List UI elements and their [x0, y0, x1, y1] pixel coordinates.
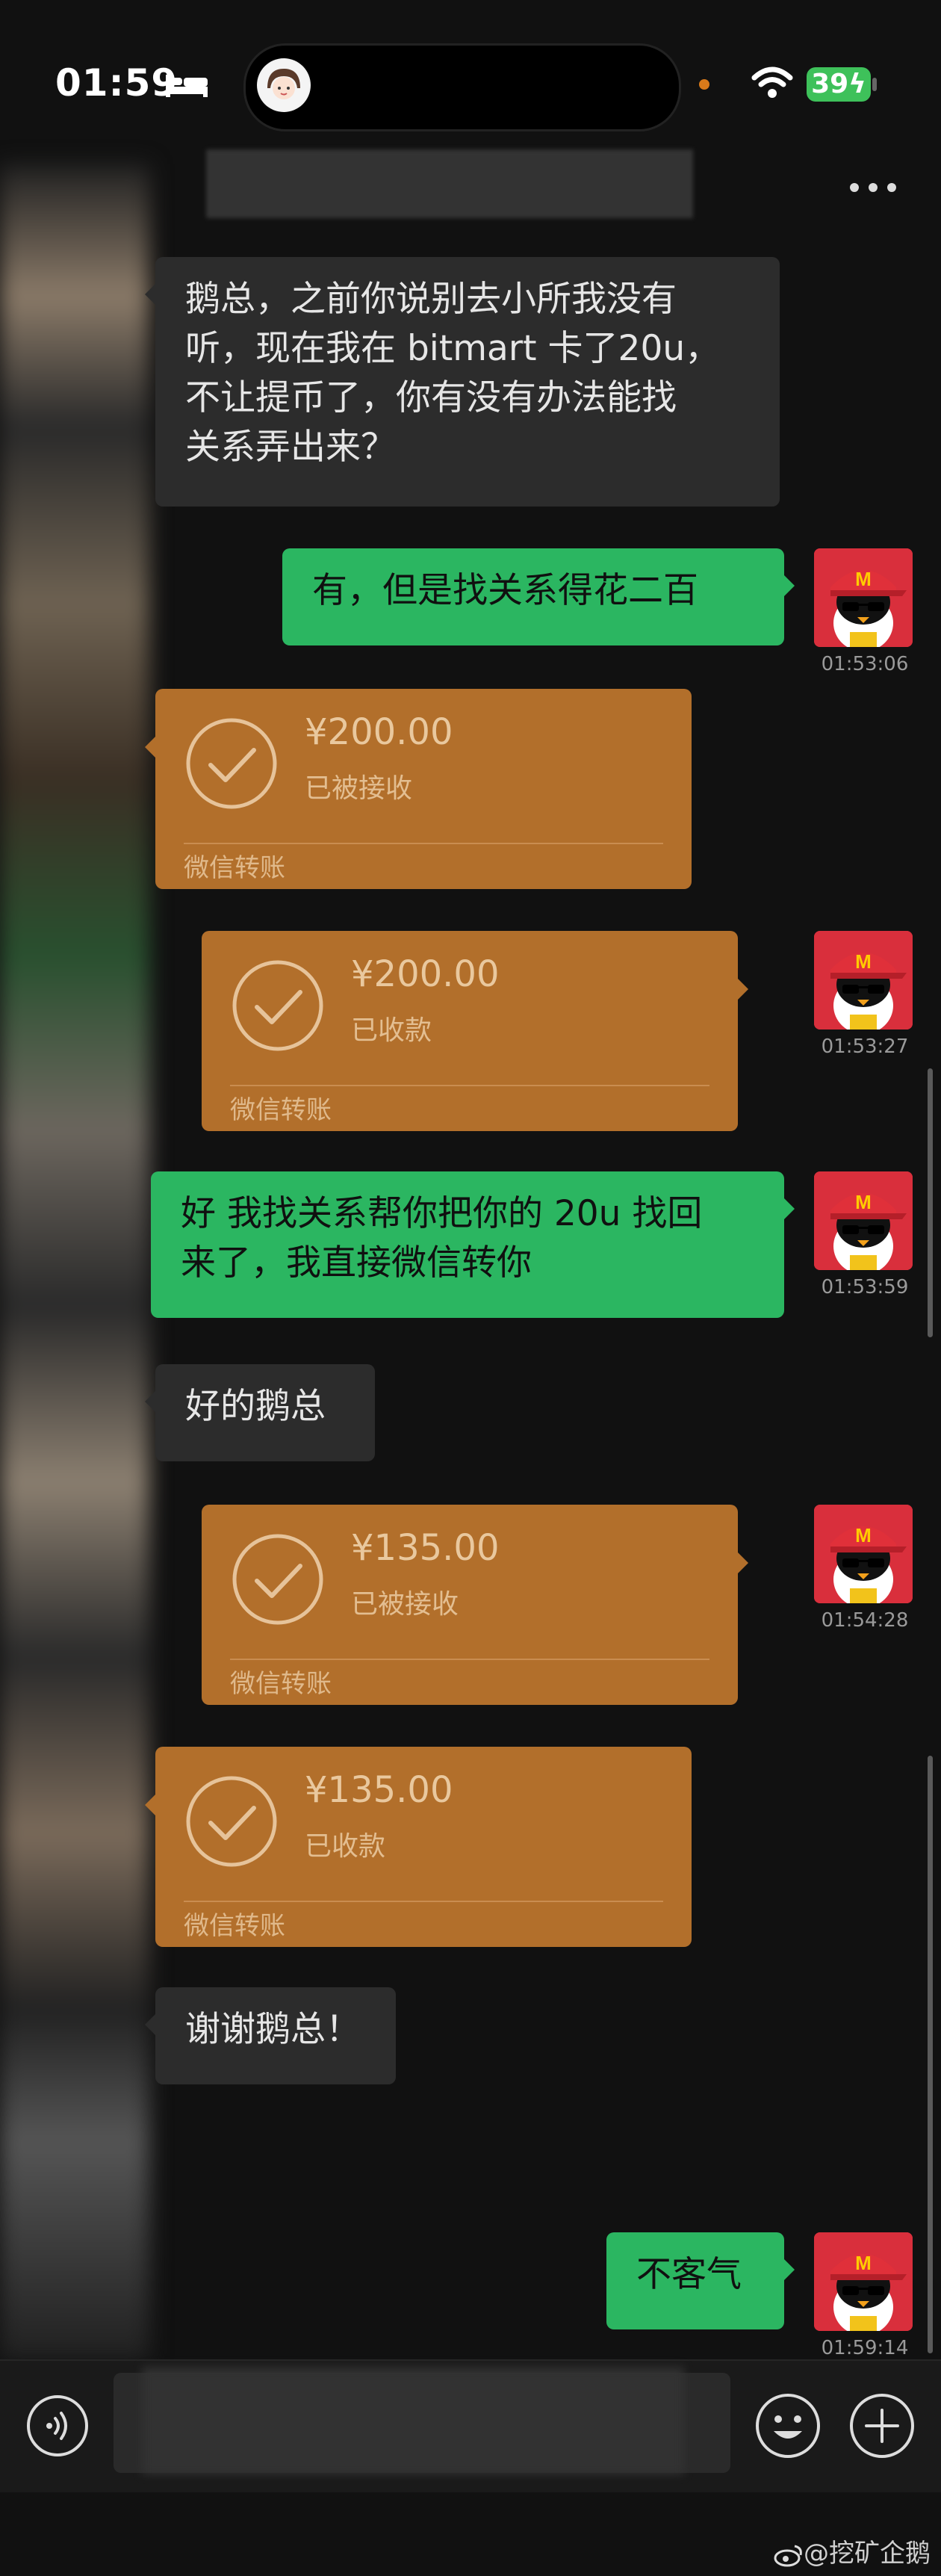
avatar[interactable]: M: [814, 2232, 913, 2331]
message-timestamp: 01:53:06: [821, 653, 909, 675]
svg-text:M: M: [855, 2252, 872, 2274]
message-outgoing[interactable]: 不客气: [606, 2232, 795, 2329]
svg-text:M: M: [855, 1191, 872, 1213]
transfer-card-outgoing[interactable]: ¥200.00 已收款 微信转账: [202, 931, 748, 1131]
message-outgoing[interactable]: 有，但是找关系得花二百: [282, 548, 795, 645]
transfer-amount: ¥135.00: [305, 1769, 453, 1811]
check-circle-icon: [232, 960, 323, 1051]
message-outgoing[interactable]: 好 我找关系帮你把你的 20u 找回 来了，我直接微信转你: [151, 1171, 795, 1318]
transfer-card-incoming[interactable]: ¥200.00 已被接收 微信转账: [145, 689, 692, 889]
divider: [230, 1659, 709, 1660]
status-time: 01:59: [55, 61, 178, 105]
transfer-card-outgoing[interactable]: ¥135.00 已被接收 微信转账: [202, 1505, 748, 1705]
avatar[interactable]: M: [814, 1171, 913, 1270]
message-input-redacted: [142, 2367, 684, 2474]
svg-text:M: M: [855, 1524, 872, 1546]
transfer-status: 已被接收: [305, 773, 413, 804]
battery-indicator: 39ϟ: [807, 67, 871, 102]
weibo-watermark: @挖矿企鹅: [774, 2533, 931, 2569]
check-circle-icon: [232, 1534, 323, 1625]
avatar[interactable]: M: [814, 548, 913, 647]
watermark-text: @挖矿企鹅: [804, 2539, 931, 2569]
chat-title-redacted: [206, 149, 693, 218]
message-timestamp: 01:53:27: [821, 1035, 909, 1058]
battery-nub: [872, 78, 877, 91]
divider: [184, 1901, 663, 1902]
plus-icon[interactable]: [848, 2392, 916, 2459]
voice-icon[interactable]: [25, 2394, 90, 2458]
redacted-contact-avatars: [0, 164, 149, 2361]
weibo-icon: [774, 2543, 804, 2567]
more-icon[interactable]: [847, 176, 899, 199]
transfer-label: 微信转账: [184, 853, 285, 883]
transfer-amount: ¥200.00: [305, 711, 453, 753]
bed-icon: [166, 75, 208, 97]
avatar[interactable]: M: [814, 1505, 913, 1603]
penguin-avatar-icon: M: [814, 548, 913, 647]
penguin-avatar-icon: M: [814, 1505, 913, 1603]
transfer-amount: ¥135.00: [351, 1527, 500, 1569]
transfer-label: 微信转账: [230, 1669, 332, 1699]
emoji-icon[interactable]: [754, 2392, 822, 2459]
check-circle-icon: [186, 1776, 277, 1867]
penguin-avatar-icon: M: [814, 2232, 913, 2331]
penguin-avatar-icon: M: [814, 1171, 913, 1270]
divider: [230, 1085, 709, 1086]
scrollbar-thumb[interactable]: [928, 1068, 933, 1337]
avatar[interactable]: M: [814, 931, 913, 1030]
wifi-icon: [751, 66, 793, 98]
scrollbar-thumb[interactable]: [928, 1756, 933, 2353]
camera-indicator: [699, 79, 709, 90]
transfer-label: 微信转账: [230, 1095, 332, 1125]
transfer-label: 微信转账: [184, 1911, 285, 1941]
message-timestamp: 01:59:14: [821, 2337, 909, 2359]
divider: [184, 843, 663, 844]
transfer-status: 已被接收: [351, 1589, 459, 1620]
message-timestamp: 01:54:28: [821, 1609, 909, 1632]
svg-text:M: M: [855, 568, 872, 590]
transfer-status: 已收款: [351, 1015, 432, 1046]
transfer-status: 已收款: [305, 1831, 386, 1862]
svg-text:M: M: [855, 950, 872, 973]
message-incoming[interactable]: 好的鹅总: [145, 1364, 375, 1461]
transfer-amount: ¥200.00: [351, 953, 500, 995]
island-avatar: [257, 58, 311, 112]
check-circle-icon: [186, 718, 277, 809]
message-incoming[interactable]: 谢谢鹅总！: [145, 1987, 396, 2084]
penguin-avatar-icon: M: [814, 931, 913, 1030]
message-incoming[interactable]: 鹅总，之前你说别去小所我没有 听，现在我在 bitmart 卡了20u， 不让提…: [145, 257, 780, 507]
transfer-card-incoming[interactable]: ¥135.00 已收款 微信转账: [145, 1747, 692, 1947]
message-timestamp: 01:53:59: [821, 1276, 909, 1298]
